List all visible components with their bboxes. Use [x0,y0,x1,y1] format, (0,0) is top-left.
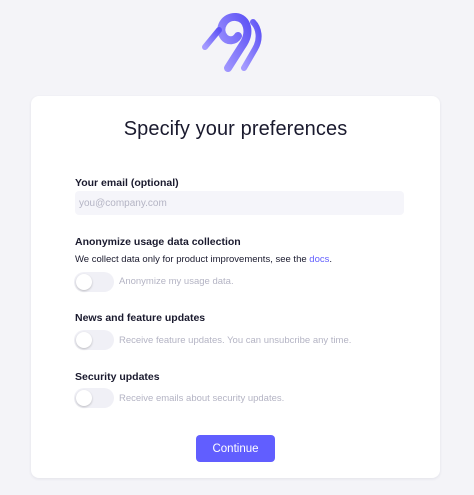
preferences-card: Specify your preferences Your email (opt… [31,96,440,478]
anonymize-description-end: . [329,254,332,265]
news-toggle[interactable] [74,330,114,350]
anonymize-toggle-label: Anonymize my usage data. [119,276,234,287]
toggle-knob [76,332,92,348]
security-toggle[interactable] [74,388,114,408]
news-heading: News and feature updates [75,312,206,324]
docs-link[interactable]: docs [309,254,329,265]
anonymize-toggle[interactable] [74,272,114,292]
airbyte-logo-icon [202,13,262,72]
toggle-knob [76,274,92,290]
security-heading: Security updates [75,371,160,383]
anonymize-description-text: We collect data only for product improve… [75,254,307,265]
anonymize-heading: Anonymize usage data collection [75,236,241,248]
page-title: Specify your preferences [123,118,348,140]
email-label: Your email (optional) [75,177,179,189]
security-toggle-label: Receive emails about security updates. [119,393,285,404]
email-input[interactable] [75,191,404,215]
toggle-knob [76,390,92,406]
news-toggle-label: Receive feature updates. You can unsubcr… [119,335,352,346]
continue-button[interactable]: Continue [196,435,275,462]
anonymize-description: We collect data only for product improve… [75,254,332,265]
